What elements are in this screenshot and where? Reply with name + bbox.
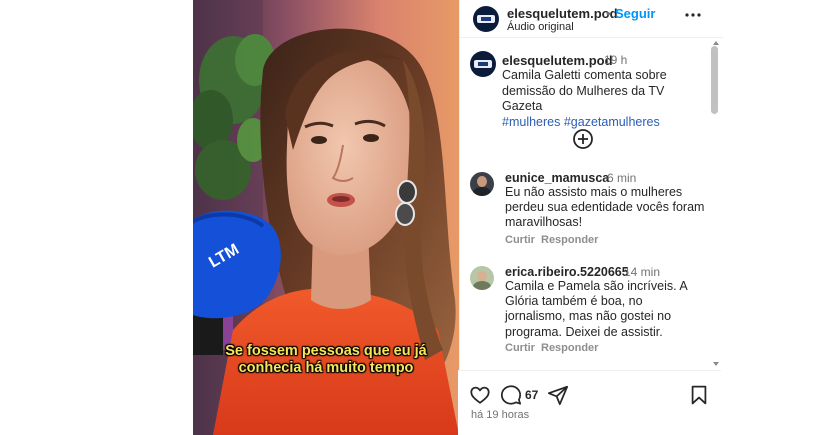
video-subtitle-line-2: conhecia há muito tempo (238, 360, 414, 376)
comment-count: 67 (525, 388, 539, 402)
comment-time: 6 min (607, 171, 637, 185)
more-horizontal-icon[interactable] (684, 6, 702, 24)
like-comment-button[interactable]: Curtir (505, 342, 535, 354)
reply-comment-button[interactable]: Responder (541, 342, 598, 354)
reply-comment-button[interactable]: Responder (541, 234, 598, 246)
plus-circle-icon[interactable] (572, 128, 594, 150)
author-avatar[interactable] (473, 6, 499, 32)
follow-button[interactable]: Seguir (615, 6, 655, 21)
audio-label[interactable]: Áudio original (507, 21, 574, 33)
caption-hashtags[interactable]: #mulheres #gazetamulheres (502, 115, 660, 129)
comment-time: 14 min (624, 265, 661, 279)
caption-time: 19 h (604, 53, 628, 67)
video-subtitle-line-1: Se fossem pessoas que eu já (225, 343, 427, 359)
heart-icon[interactable] (469, 384, 491, 406)
like-comment-button[interactable]: Curtir (505, 234, 535, 246)
scroll-up-arrow[interactable] (713, 41, 719, 45)
comment-text: Eu não assisto mais o mulheres perdeu su… (505, 185, 705, 230)
scrollbar-thumb[interactable] (711, 46, 718, 114)
comment-username[interactable]: erica.ribeiro.5220665 (505, 265, 629, 279)
caption-body: Camila Galetti comenta sobre demissão do… (502, 68, 667, 113)
video-player[interactable]: LTM Se fossem pessoas que eu já conhecia… (193, 0, 459, 435)
comment-avatar[interactable] (470, 172, 494, 196)
post-header: elesquelutem.pod • Seguir Áudio original (460, 0, 723, 38)
author-username[interactable]: elesquelutem.pod (507, 6, 618, 21)
share-icon[interactable] (547, 384, 569, 406)
comment-text: Camila e Pamela são incríveis. A Glória … (505, 279, 688, 339)
scroll-down-arrow[interactable] (713, 362, 719, 366)
post-actions-bar (458, 370, 721, 435)
comment-icon[interactable] (500, 384, 522, 406)
header-separator: • (606, 6, 611, 21)
bookmark-icon[interactable] (688, 384, 710, 406)
post-timestamp[interactable]: há 19 horas (471, 409, 529, 421)
caption-text: Camila Galetti comenta sobre demissão do… (502, 68, 707, 130)
comment-username[interactable]: eunice_mamusca (505, 171, 609, 185)
comment-avatar[interactable] (470, 266, 494, 290)
caption-username[interactable]: elesquelutem.pod (502, 53, 613, 68)
caption-author-avatar[interactable] (470, 51, 496, 77)
